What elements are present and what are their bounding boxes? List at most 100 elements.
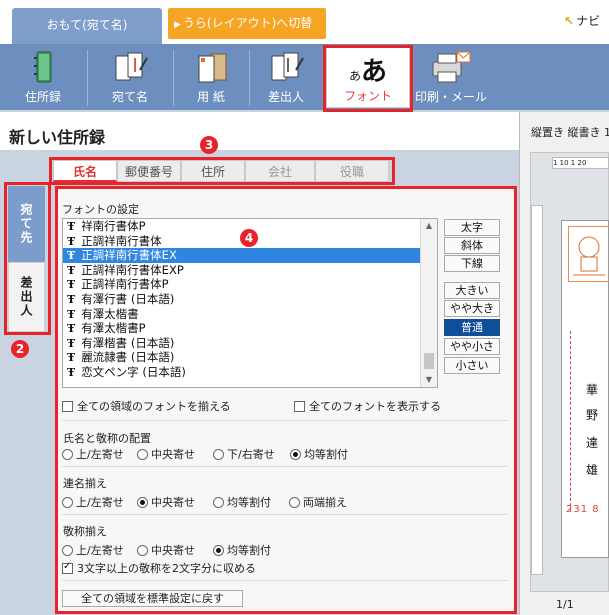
- radio-button-selected[interactable]: [213, 544, 224, 556]
- checkbox-box-checked[interactable]: [62, 561, 73, 574]
- font-name: 有澤太楷書P: [81, 321, 146, 336]
- radio-label: 中央寄せ: [151, 448, 195, 461]
- radio-button[interactable]: [62, 544, 73, 556]
- font-settings-title: フォントの設定: [62, 203, 139, 216]
- navi-button[interactable]: ↖ ナビ: [564, 12, 600, 29]
- size-large-button[interactable]: 大きい: [444, 282, 500, 299]
- step-badge-4: 4: [240, 229, 258, 247]
- checkbox-box[interactable]: [294, 400, 305, 412]
- radio-button-selected[interactable]: [137, 496, 148, 508]
- font-list-item-selected[interactable]: Ŧ 正調祥南行書体EX: [63, 248, 437, 263]
- joint-names-top-left[interactable]: 上/左寄せ: [62, 494, 124, 510]
- radio-label: 下/右寄せ: [227, 448, 275, 461]
- page-title: 新しい住所録: [9, 128, 106, 147]
- font-list-item[interactable]: Ŧ 正調祥南行書体EXP: [63, 263, 437, 278]
- radio-button[interactable]: [137, 544, 148, 556]
- top-ruler: 1 10 1 20: [552, 157, 609, 169]
- font-list-item[interactable]: Ŧ 有澤太楷書P: [63, 321, 437, 336]
- address-book-button[interactable]: 住所録: [0, 46, 86, 108]
- bold-button[interactable]: 太字: [444, 219, 500, 236]
- font-name: 正調祥南行書体: [81, 233, 162, 248]
- font-name: 正調祥南行書体P: [81, 277, 169, 292]
- radio-label: 上/左寄せ: [76, 496, 124, 509]
- printer-mail-icon: [432, 51, 471, 83]
- radio-button[interactable]: [62, 448, 73, 460]
- font-list-item[interactable]: Ŧ 麗流隷書 (日本語): [63, 350, 437, 365]
- scroll-up-icon[interactable]: ▲: [421, 219, 437, 233]
- font-name: 祥南行書体P: [81, 219, 146, 233]
- font-list-item[interactable]: Ŧ 有澤行書 (日本語): [63, 292, 437, 307]
- paper-button[interactable]: 用 紙: [174, 46, 248, 108]
- left-ruler: [531, 205, 543, 575]
- switch-to-back-button[interactable]: ▶ うら(レイアウト)へ切替: [168, 8, 326, 39]
- ribbon-toolbar: 住所録 宛て名 用 紙 差出人 ああ フォント 印刷・メール: [0, 44, 609, 110]
- radio-label: 両端揃え: [303, 496, 347, 509]
- preview-char: 華: [586, 383, 599, 397]
- joint-names-center[interactable]: 中央寄せ: [137, 494, 195, 510]
- radio-button[interactable]: [62, 496, 73, 508]
- postcard-preview[interactable]: 華 野 達 雄 231 8: [561, 220, 609, 558]
- font-name: 有澤行書 (日本語): [81, 291, 175, 306]
- print-mail-button[interactable]: 印刷・メール: [414, 46, 488, 108]
- font-list-item[interactable]: Ŧ 有澤太楷書: [63, 307, 437, 322]
- name-layout-title: 氏名と敬称の配置: [63, 432, 151, 445]
- name-layout-top-left[interactable]: 上/左寄せ: [62, 446, 124, 462]
- front-side-tab[interactable]: おもて(宛て名): [12, 8, 162, 44]
- font-list-item[interactable]: Ŧ 正調祥南行書体P: [63, 277, 437, 292]
- show-all-fonts-label: 全てのフォントを表示する: [309, 400, 441, 413]
- joint-names-justify[interactable]: 両端揃え: [289, 494, 347, 510]
- size-normal-button[interactable]: 普通: [444, 319, 500, 336]
- radio-button[interactable]: [213, 448, 224, 460]
- highlight-font-button: [323, 45, 413, 112]
- font-list-scrollbar[interactable]: ▲ ▼: [420, 219, 437, 387]
- size-small-button[interactable]: 小さい: [444, 357, 500, 374]
- honorific-fit-checkbox[interactable]: 3文字以上の敬称を2文字分に収める: [62, 560, 256, 576]
- honorific-top-left[interactable]: 上/左寄せ: [62, 542, 124, 558]
- truetype-icon: Ŧ: [67, 365, 76, 379]
- radio-button-selected[interactable]: [290, 448, 301, 460]
- radio-button[interactable]: [213, 496, 224, 508]
- name-layout-bottom-right[interactable]: 下/右寄せ: [213, 446, 275, 462]
- preview-header: 縦置き 縦書き 1: [531, 126, 609, 139]
- sender-icon: [271, 52, 304, 81]
- checkbox-box[interactable]: [62, 400, 73, 412]
- scroll-thumb[interactable]: [424, 353, 434, 369]
- underline-button[interactable]: 下線: [444, 255, 500, 272]
- show-all-fonts-checkbox[interactable]: 全てのフォントを表示する: [294, 398, 441, 414]
- honorific-equal[interactable]: 均等割付: [213, 542, 271, 558]
- radio-button[interactable]: [289, 496, 300, 508]
- address-book-icon: [34, 51, 52, 83]
- radio-button[interactable]: [137, 448, 148, 460]
- step-badge-3: 3: [200, 136, 218, 154]
- honorific-center[interactable]: 中央寄せ: [137, 542, 195, 558]
- font-list-item[interactable]: Ŧ 恋文ペン字 (日本語): [63, 365, 437, 380]
- truetype-icon: Ŧ: [67, 234, 76, 248]
- truetype-icon: Ŧ: [67, 351, 76, 365]
- preview-postal-code: 231 8: [566, 504, 600, 515]
- unify-fonts-label: 全ての領域のフォントを揃える: [77, 400, 231, 413]
- joint-names-equal[interactable]: 均等割付: [213, 494, 271, 510]
- sender-button[interactable]: 差出人: [250, 46, 322, 108]
- scroll-down-icon[interactable]: ▼: [421, 373, 437, 387]
- radio-label: 均等割付: [304, 448, 348, 461]
- size-slightly-large-button[interactable]: やや大きい: [444, 300, 500, 330]
- navi-label: ナビ: [576, 14, 601, 28]
- divider: [62, 580, 508, 581]
- joint-names-title: 連名揃え: [63, 477, 107, 490]
- unify-fonts-checkbox[interactable]: 全ての領域のフォントを揃える: [62, 398, 231, 414]
- address-cards-button[interactable]: 宛て名: [88, 46, 172, 108]
- size-slightly-small-button[interactable]: やや小さい: [444, 338, 500, 368]
- honorific-fit-label: 3文字以上の敬称を2文字分に収める: [77, 562, 256, 575]
- name-layout-center[interactable]: 中央寄せ: [137, 446, 195, 462]
- radio-label: 中央寄せ: [151, 496, 195, 509]
- reset-defaults-button[interactable]: 全ての領域を標準設定に戻す: [62, 590, 243, 607]
- sender-label: 差出人: [267, 90, 304, 104]
- stamp-icon: [568, 226, 609, 282]
- top-bar: おもて(宛て名) ▶ うら(レイアウト)へ切替 ↖ ナビ: [0, 0, 609, 44]
- font-list-item[interactable]: Ŧ 有澤楷書 (日本語): [63, 336, 437, 351]
- radio-label: 上/左寄せ: [76, 544, 124, 557]
- name-layout-equal[interactable]: 均等割付: [290, 446, 348, 462]
- italic-button[interactable]: 斜体: [444, 237, 500, 254]
- print-mail-label: 印刷・メール: [414, 90, 487, 104]
- dashed-guide: [570, 331, 571, 511]
